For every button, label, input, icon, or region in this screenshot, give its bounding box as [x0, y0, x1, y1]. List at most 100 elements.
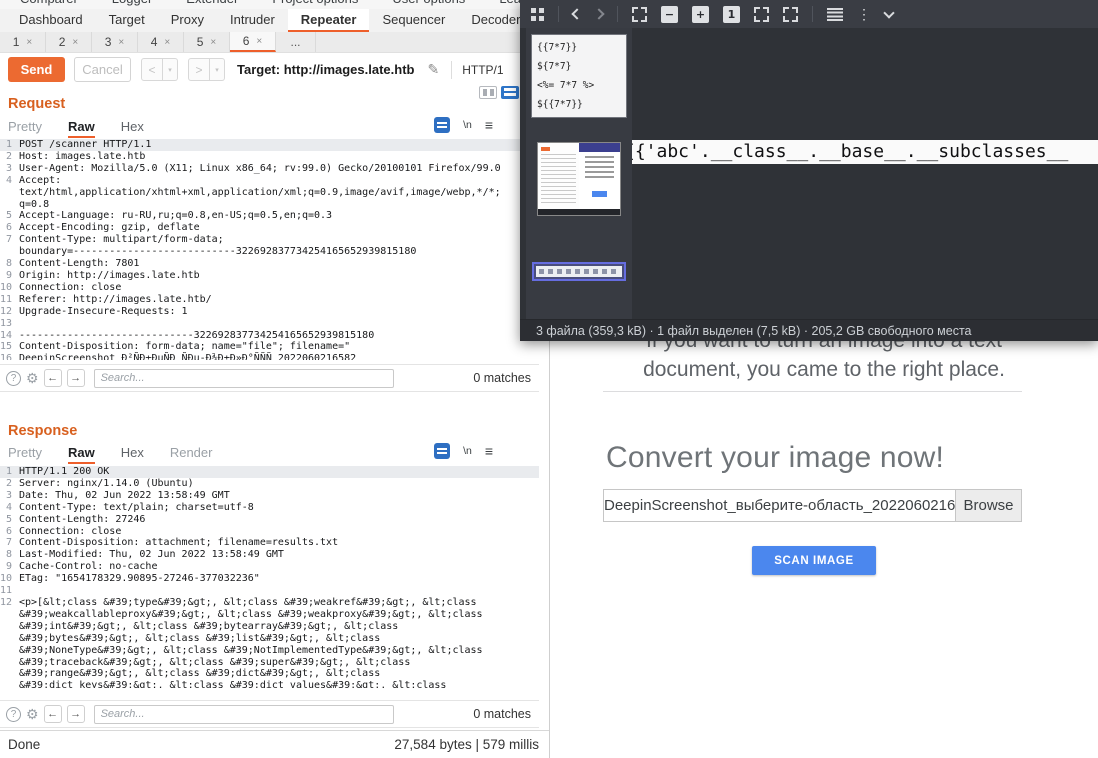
thumbnail-grid-icon[interactable]: [531, 8, 544, 21]
repeater-tab-number: 3: [105, 35, 112, 49]
main-tab[interactable]: Intruder: [217, 9, 288, 32]
show-newlines-icon[interactable]: \n: [463, 445, 472, 457]
chevron-down-icon[interactable]: [883, 7, 894, 18]
viewer-sidebar: {{7*7}}${7*7}<%= 7*7 %>${{7*7}}: [526, 28, 632, 319]
request-line: 2 Host: images.late.htb: [0, 151, 539, 163]
main-tab[interactable]: Target: [96, 9, 158, 32]
search-prev-icon[interactable]: ←: [44, 369, 62, 387]
cancel-button[interactable]: Cancel: [74, 57, 131, 82]
line-number: 6: [0, 222, 19, 234]
next-request-dropdown[interactable]: ▾: [210, 58, 225, 81]
line-text: boundary=---------------------------3226…: [19, 246, 416, 258]
search-next-icon[interactable]: →: [67, 705, 85, 723]
zoom-out-icon[interactable]: −: [661, 6, 678, 23]
request-view-tab[interactable]: Raw: [68, 119, 95, 134]
response-editor[interactable]: 1 HTTP/1.1 200 OK 2 Server: nginx/1.14.0…: [0, 466, 539, 688]
main-tab[interactable]: Dashboard: [6, 9, 96, 32]
repeater-tab[interactable]: 3 ×: [92, 32, 138, 52]
search-next-icon[interactable]: →: [67, 369, 85, 387]
image-viewer-window: − + 1 ⋮ {{7*7}}${7*7}<%= 7*7 %>${{7*7}}: [520, 0, 1098, 341]
line-number: 11: [0, 585, 19, 597]
module-tab[interactable]: Comparer: [20, 0, 78, 9]
response-view-tab[interactable]: Render: [170, 445, 213, 460]
line-text: Origin: http://images.late.htb: [19, 270, 200, 282]
next-request-button[interactable]: >: [188, 58, 210, 81]
close-tab-icon[interactable]: ×: [256, 36, 262, 47]
request-editor[interactable]: 1 POST /scanner HTTP/1.1 2 Host: images.…: [0, 139, 539, 360]
main-tab[interactable]: Proxy: [158, 9, 217, 32]
show-newlines-icon[interactable]: \n: [463, 119, 472, 131]
thumbnail-selected-payload-image[interactable]: [532, 262, 626, 281]
inspector-toggle-icon[interactable]: [434, 117, 450, 133]
scan-image-button[interactable]: SCAN IMAGE: [752, 546, 876, 575]
layout-rows-icon[interactable]: [501, 86, 519, 99]
response-title: Response: [8, 423, 77, 439]
response-search-input[interactable]: [94, 705, 394, 724]
response-view-tab[interactable]: Raw: [68, 445, 95, 460]
response-view-tab[interactable]: Hex: [121, 445, 144, 460]
close-tab-icon[interactable]: ×: [118, 37, 124, 48]
module-tab[interactable]: Extender: [186, 0, 238, 9]
line-text: &#39;traceback&#39;&gt;, &lt;class &#39;…: [19, 657, 410, 669]
tagline-line2: document, you came to the right place.: [550, 355, 1098, 384]
response-line: 1 HTTP/1.1 200 OK: [0, 466, 539, 478]
mini-page-text: [585, 156, 614, 178]
image-preview-strip[interactable]: {{'abc'.__class__.__base__.__subclasses_…: [632, 140, 1098, 164]
actual-size-icon[interactable]: 1: [723, 6, 740, 23]
main-tab[interactable]: Repeater: [288, 9, 370, 32]
search-prev-icon[interactable]: ←: [44, 705, 62, 723]
more-tabs-button[interactable]: ...: [276, 32, 316, 52]
request-view-tab[interactable]: Pretty: [8, 119, 42, 134]
prev-request-dropdown[interactable]: ▾: [163, 58, 178, 81]
line-text: &#39;int&#39;&gt;, &lt;class &#39;bytear…: [19, 621, 398, 633]
repeater-tab[interactable]: 6 ×: [230, 32, 276, 52]
zoom-in-icon[interactable]: +: [692, 6, 709, 23]
thumbnail-ssti-payloads[interactable]: {{7*7}}${7*7}<%= 7*7 %>${{7*7}}: [531, 34, 627, 118]
line-text: &#39;bytes&#39;&gt;, &lt;class &#39;list…: [19, 633, 380, 645]
request-line: 7 Content-Type: multipart/form-data;: [0, 234, 539, 246]
previous-image-icon[interactable]: [571, 8, 582, 19]
gear-icon[interactable]: ⚙: [26, 706, 39, 723]
close-tab-icon[interactable]: ×: [72, 37, 78, 48]
fit-width-icon[interactable]: [783, 7, 798, 22]
file-upload-input[interactable]: DeepinScreenshot_выберите-область_202206…: [603, 489, 1022, 522]
inspector-toggle-icon[interactable]: [434, 443, 450, 459]
repeater-tab[interactable]: 4 ×: [138, 32, 184, 52]
module-tab[interactable]: User options: [392, 0, 465, 9]
fullscreen-icon[interactable]: [632, 7, 647, 22]
line-number: 5: [0, 514, 19, 526]
kebab-menu-icon[interactable]: ⋮: [857, 7, 871, 21]
line-number: [0, 187, 19, 199]
response-line: &#39;bytes&#39;&gt;, &lt;class &#39;list…: [0, 633, 539, 645]
fit-window-icon[interactable]: [754, 7, 769, 22]
request-search-input[interactable]: [94, 369, 394, 388]
module-tab[interactable]: Project options: [272, 0, 358, 9]
main-tab[interactable]: Sequencer: [369, 9, 458, 32]
line-text: Connection: close: [19, 526, 121, 538]
close-tab-icon[interactable]: ×: [210, 37, 216, 48]
gear-icon[interactable]: ⚙: [26, 370, 39, 387]
list-view-icon[interactable]: [827, 8, 843, 21]
layout-columns-icon[interactable]: [479, 86, 497, 99]
line-text: &#39;NoneType&#39;&gt;, &lt;class &#39;N…: [19, 645, 483, 657]
send-button[interactable]: Send: [8, 57, 65, 82]
browse-button[interactable]: Browse: [955, 490, 1021, 521]
module-tab[interactable]: Logger: [112, 0, 152, 9]
editor-menu-icon[interactable]: ≡: [485, 117, 493, 133]
repeater-tab[interactable]: 1 ×: [0, 32, 46, 52]
request-view-tab[interactable]: Hex: [121, 119, 144, 134]
response-view-tab[interactable]: Pretty: [8, 445, 42, 460]
next-image-icon[interactable]: [593, 8, 604, 19]
help-icon[interactable]: ?: [6, 707, 21, 722]
repeater-tab-number: 1: [13, 35, 20, 49]
help-icon[interactable]: ?: [6, 371, 21, 386]
close-tab-icon[interactable]: ×: [164, 37, 170, 48]
repeater-tab[interactable]: 2 ×: [46, 32, 92, 52]
editor-menu-icon[interactable]: ≡: [485, 443, 493, 459]
close-tab-icon[interactable]: ×: [26, 37, 32, 48]
thumbnail-desktop-screenshot[interactable]: [537, 142, 621, 216]
edit-target-icon[interactable]: ✎: [427, 61, 439, 78]
http-version-label[interactable]: HTTP/1: [462, 63, 503, 77]
prev-request-button[interactable]: <: [141, 58, 163, 81]
repeater-tab[interactable]: 5 ×: [184, 32, 230, 52]
